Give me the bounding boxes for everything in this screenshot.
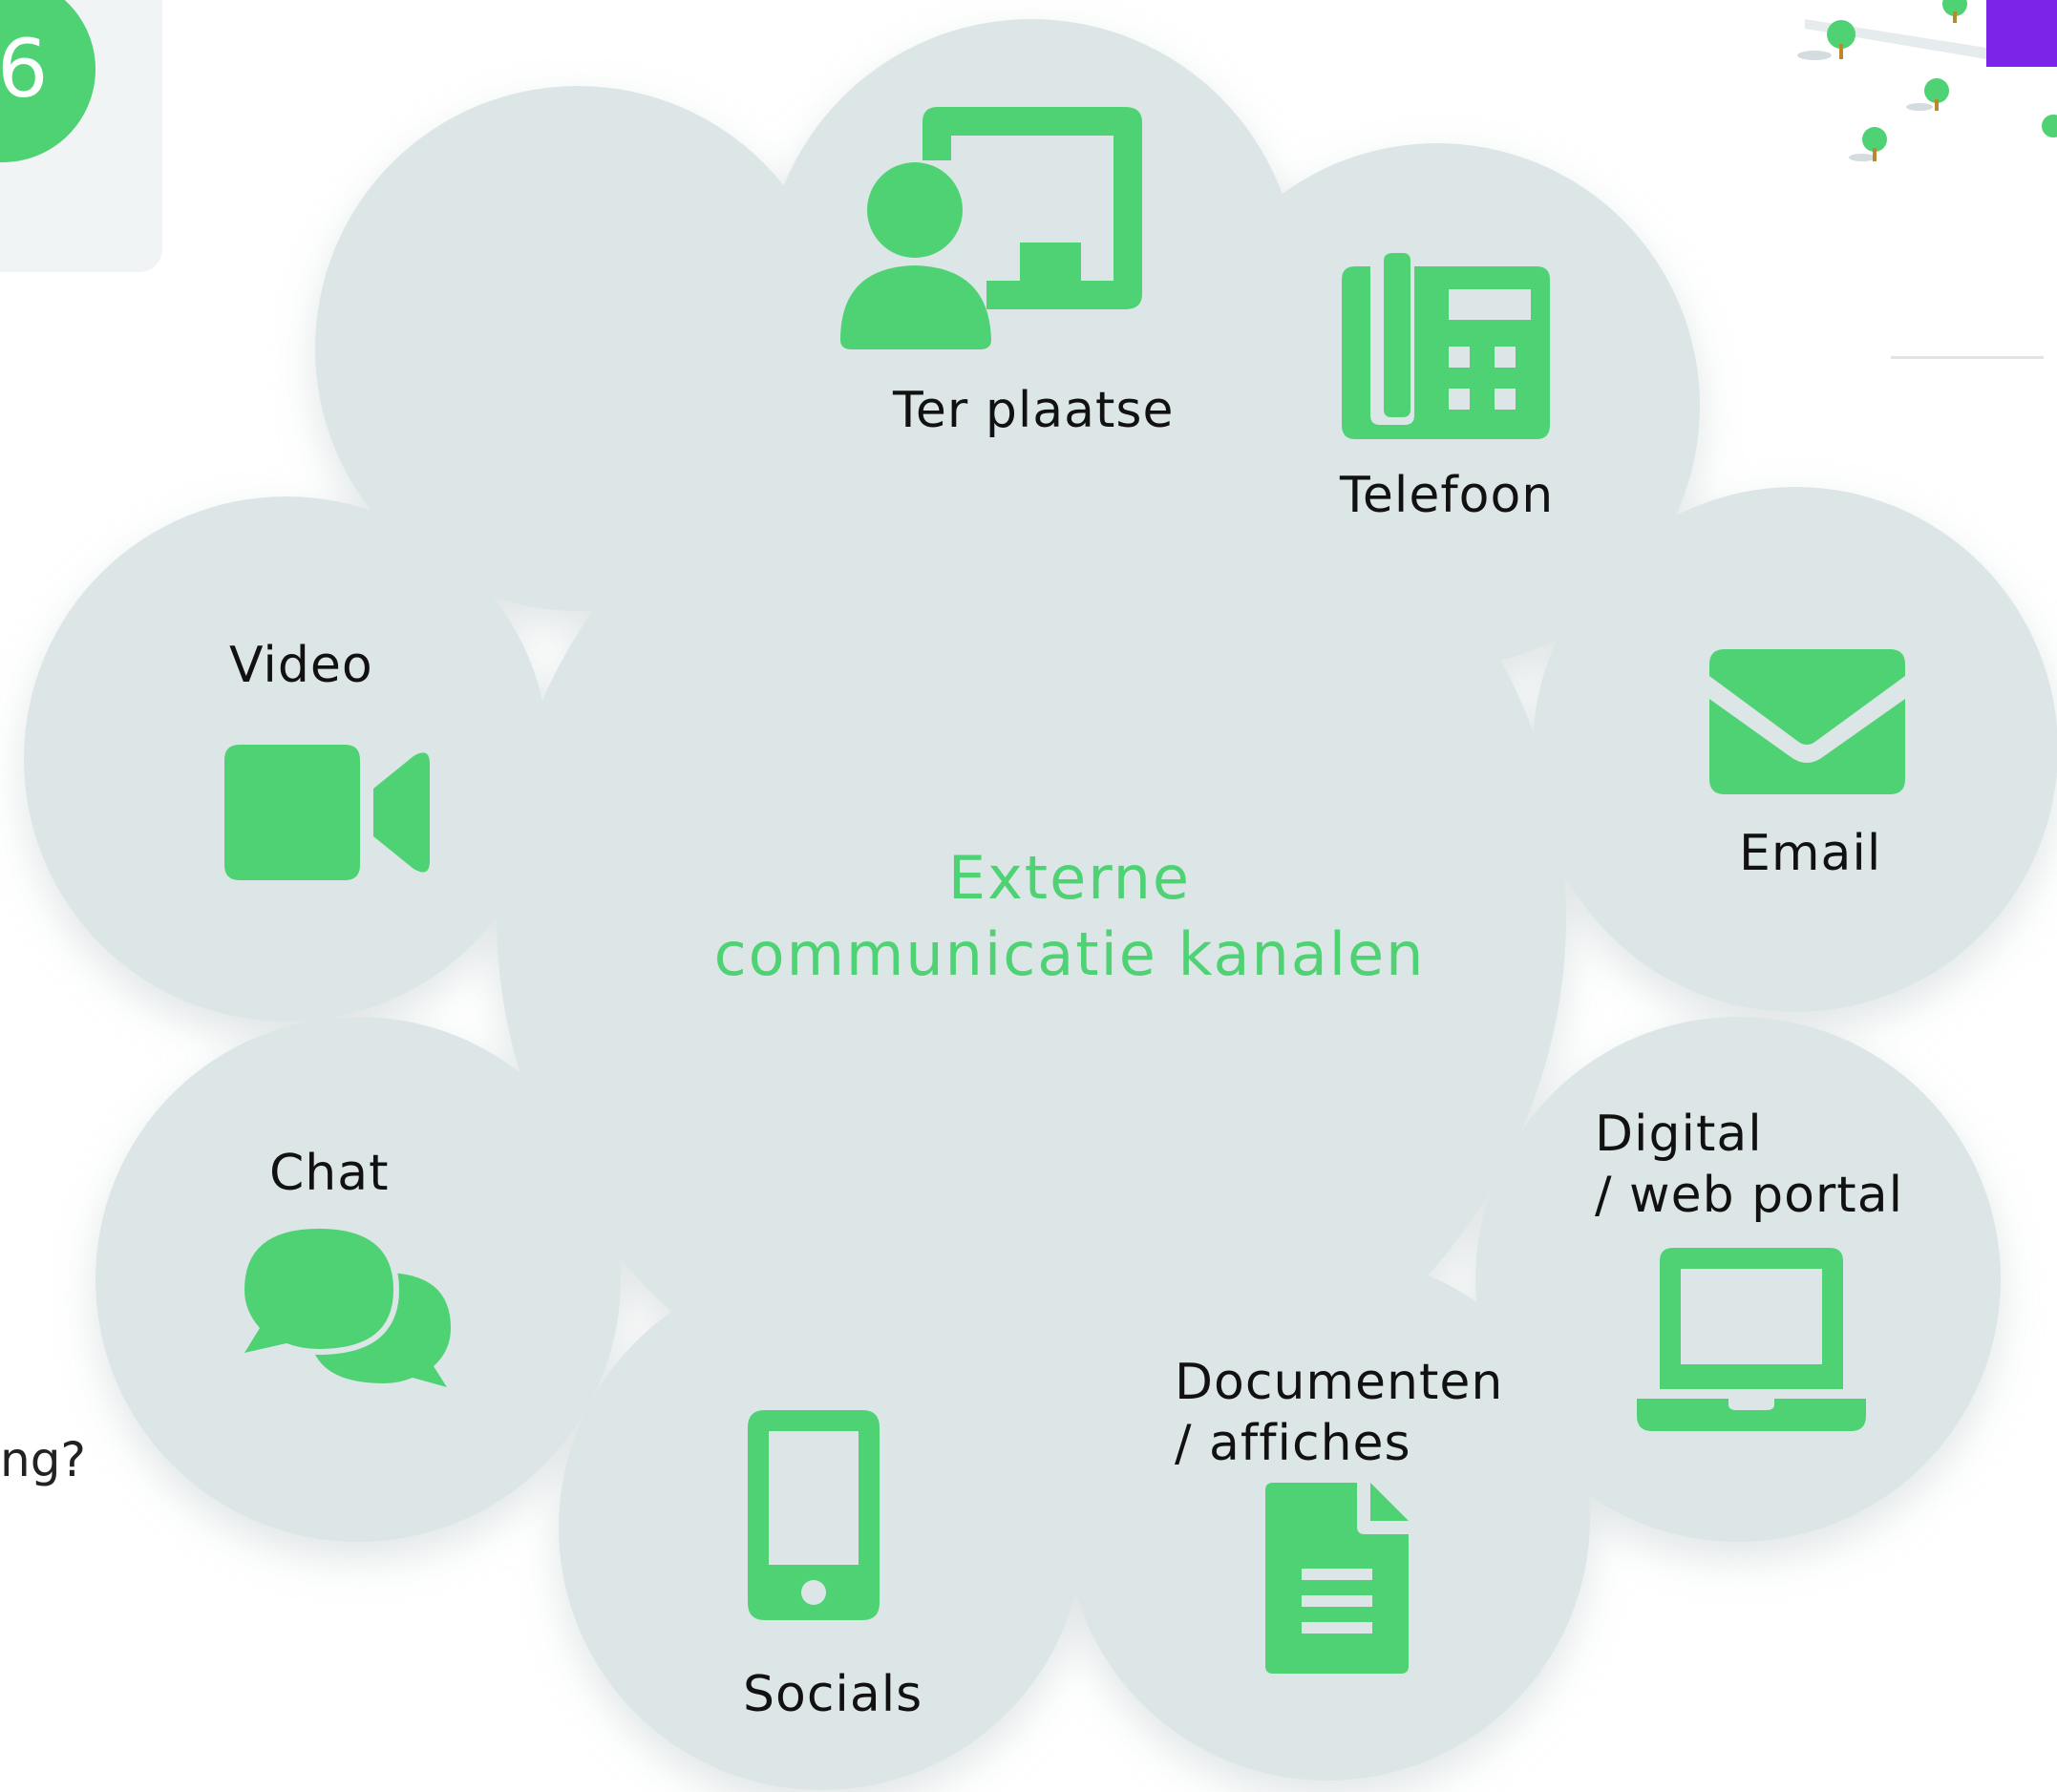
channel-label-digital: Digital / web portal bbox=[1595, 1104, 1903, 1226]
presentation-person-icon bbox=[838, 103, 1144, 351]
center-title-line1: Externe bbox=[947, 843, 1192, 913]
laptop-icon bbox=[1637, 1248, 1866, 1431]
channel-label-documenten-line1: Documenten bbox=[1175, 1354, 1504, 1411]
document-icon bbox=[1265, 1483, 1409, 1674]
channel-label-ter-plaatse: Ter plaatse bbox=[893, 382, 1175, 439]
center-title: Externe communicatie kanalen bbox=[649, 840, 1490, 993]
desk-phone-icon bbox=[1342, 253, 1550, 439]
video-camera-icon bbox=[224, 745, 430, 880]
channel-label-email: Email bbox=[1739, 825, 1882, 882]
channel-label-documenten: Documenten / affiches bbox=[1175, 1352, 1503, 1474]
channel-label-chat: Chat bbox=[269, 1145, 390, 1202]
channel-label-telefoon: Telefoon bbox=[1340, 467, 1555, 524]
smartphone-icon bbox=[748, 1410, 880, 1620]
center-title-line2: communicatie kanalen bbox=[713, 919, 1426, 989]
channel-label-socials: Socials bbox=[743, 1666, 923, 1723]
channel-label-digital-line2: / web portal bbox=[1595, 1167, 1904, 1224]
chat-bubbles-icon bbox=[243, 1227, 453, 1389]
channel-label-digital-line1: Digital bbox=[1595, 1106, 1763, 1163]
channel-label-video: Video bbox=[229, 637, 373, 694]
channel-label-documenten-line2: / affiches bbox=[1175, 1415, 1411, 1472]
envelope-icon bbox=[1709, 649, 1905, 794]
